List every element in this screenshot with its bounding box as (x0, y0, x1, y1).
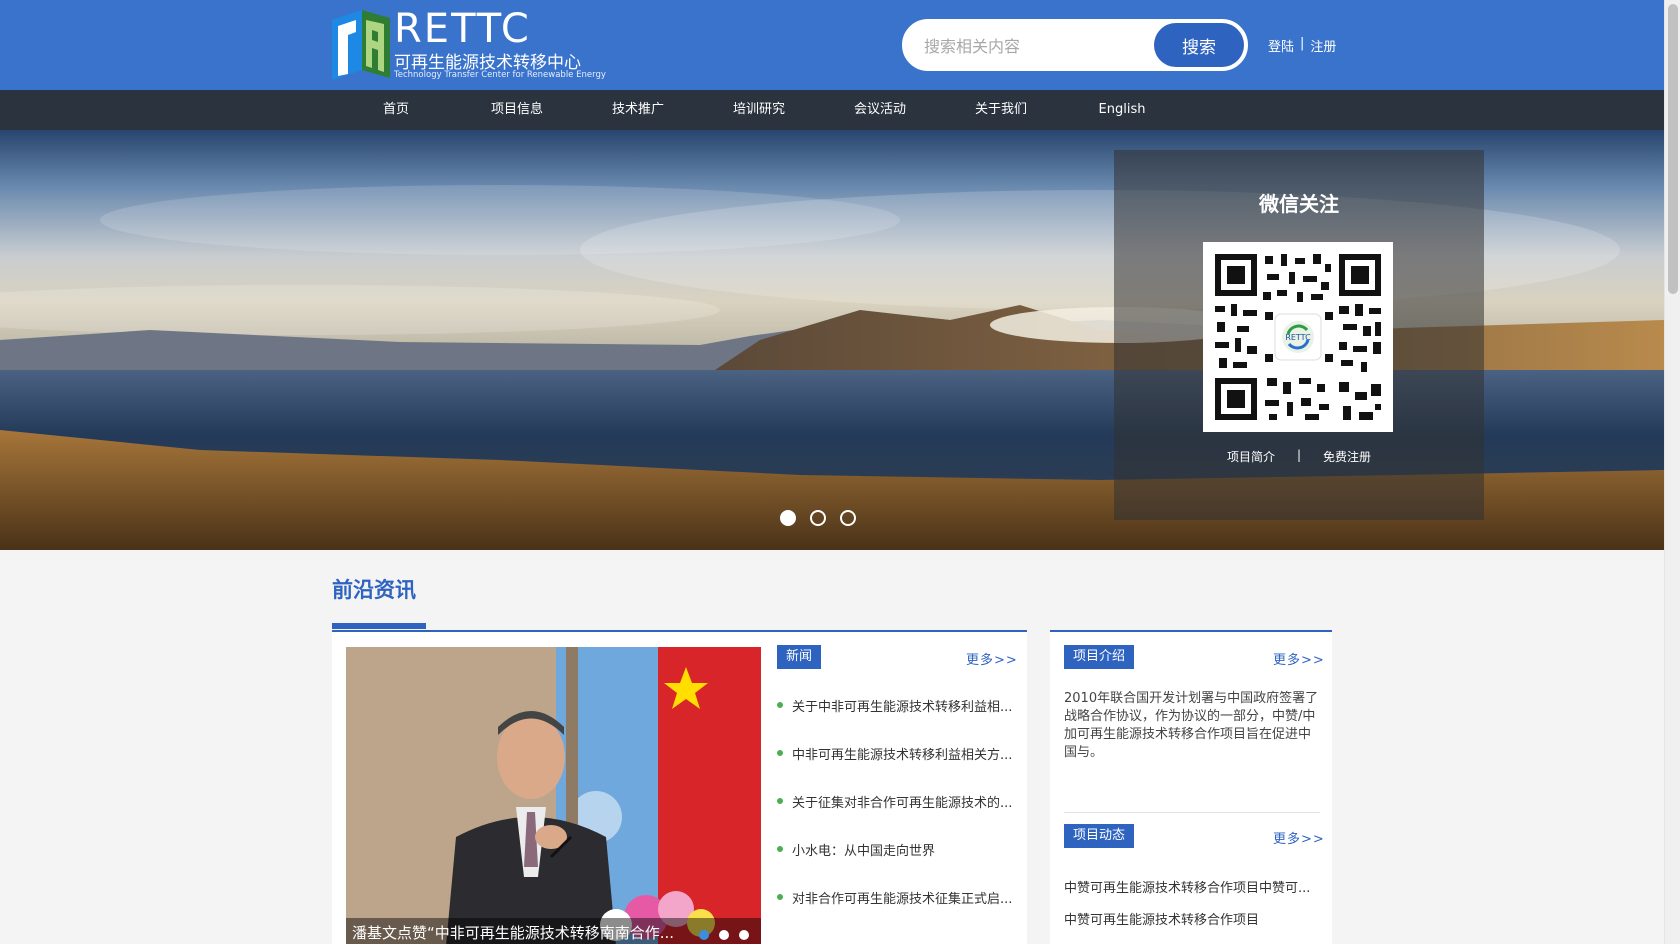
project-card: 项目介绍 更多>> 2010年联合国开发计划署与中国政府签署了战略合作协议，作为… (1050, 630, 1332, 944)
news-item[interactable]: 对非合作可再生能源技术征集正式启... (776, 888, 1016, 936)
photo-dot-2[interactable] (719, 930, 729, 940)
section-title-underline (332, 623, 426, 629)
auth-links: 登陆 | 注册 (1268, 36, 1336, 55)
site-header: RETTC 可再生能源技术转移中心 Technology Transfer Ce… (0, 0, 1664, 90)
main-nav: 首页 项目信息 技术推广 培训研究 会议活动 关于我们 English (0, 90, 1664, 130)
search-button[interactable]: 搜索 (1154, 23, 1244, 67)
hero-banner: 微信关注 RETTC 项目简介 | 免费注册 (0, 130, 1664, 550)
qr-center-logo-text: RETTC (1285, 333, 1311, 342)
page-scrollbar[interactable] (1664, 0, 1680, 944)
news-card: 潘基文点赞“中非可再生能源技术转移南南合作... 新闻 更多>> 关于中非可再生… (332, 630, 1027, 944)
project-news-more-link[interactable]: 更多>> (1273, 828, 1325, 847)
project-news-list: 中赞可再生能源技术转移合作项目中赞可... 中赞可再生能源技术转移合作项目 (1064, 877, 1320, 941)
section-title: 前沿资讯 (332, 578, 416, 602)
rettc-logo-icon (332, 10, 390, 80)
wechat-panel: 微信关注 RETTC 项目简介 | 免费注册 (1114, 150, 1484, 520)
news-item[interactable]: 小水电：从中国走向世界 (776, 840, 1016, 888)
news-list: 关于中非可再生能源技术转移利益相... 中非可再生能源技术转移利益相关方... … (776, 696, 1016, 936)
search-input[interactable] (924, 33, 1134, 59)
wechat-title: 微信关注 (1259, 192, 1339, 216)
photo-carousel-dots (699, 930, 749, 940)
project-news-item[interactable]: 中赞可再生能源技术转移合作项目 (1064, 909, 1320, 941)
nav-item-about[interactable]: 关于我们 (946, 90, 1056, 130)
nav-item-home[interactable]: 首页 (341, 90, 451, 130)
project-news-item[interactable]: 中赞可再生能源技术转移合作项目中赞可... (1064, 877, 1320, 909)
carousel-dot-2[interactable] (810, 510, 826, 526)
news-tag: 新闻 (777, 645, 822, 669)
news-more-link[interactable]: 更多>> (966, 649, 1018, 668)
logo-english-name: Technology Transfer Center for Renewable… (394, 70, 606, 80)
login-link[interactable]: 登陆 (1268, 36, 1294, 55)
wechat-qr-code: RETTC (1203, 242, 1393, 432)
photo-dot-1[interactable] (699, 930, 709, 940)
card-divider (1064, 812, 1320, 813)
scrollbar-thumb[interactable] (1668, 4, 1678, 294)
site-logo[interactable]: RETTC 可再生能源技术转移中心 Technology Transfer Ce… (332, 6, 606, 82)
project-intro-text: 2010年联合国开发计划署与中国政府签署了战略合作协议，作为协议的一部分，中赞/… (1064, 691, 1319, 760)
news-item[interactable]: 关于中非可再生能源技术转移利益相... (776, 696, 1016, 744)
news-item[interactable]: 关于征集对非合作可再生能源技术的... (776, 792, 1016, 840)
auth-separator: | (1300, 36, 1305, 51)
nav-item-training[interactable]: 培训研究 (704, 90, 814, 130)
wechat-links: 项目简介 | 免费注册 (1114, 448, 1484, 465)
project-intro-link[interactable]: 项目简介 (1227, 448, 1275, 465)
nav-item-tech-promotion[interactable]: 技术推广 (583, 90, 693, 130)
register-link[interactable]: 注册 (1310, 36, 1336, 55)
feature-photo-image (346, 647, 761, 944)
carousel-dot-1[interactable] (780, 510, 796, 526)
nav-item-english[interactable]: English (1067, 90, 1177, 130)
nav-item-events[interactable]: 会议活动 (825, 90, 935, 130)
photo-dot-3[interactable] (739, 930, 749, 940)
carousel-dots (780, 510, 856, 526)
project-intro-more-link[interactable]: 更多>> (1273, 649, 1325, 668)
project-news-tag: 项目动态 (1064, 824, 1135, 848)
wechat-links-separator: | (1296, 448, 1302, 462)
news-item[interactable]: 中非可再生能源技术转移利益相关方... (776, 744, 1016, 792)
search-box: 搜索 (902, 19, 1248, 71)
feature-photo[interactable]: 潘基文点赞“中非可再生能源技术转移南南合作... (346, 647, 761, 944)
free-register-link[interactable]: 免费注册 (1323, 448, 1371, 465)
project-intro-tag: 项目介绍 (1064, 645, 1135, 669)
carousel-dot-3[interactable] (840, 510, 856, 526)
logo-text: RETTC (394, 6, 531, 52)
qr-code-icon: RETTC (1215, 254, 1381, 420)
nav-item-projects[interactable]: 项目信息 (462, 90, 572, 130)
